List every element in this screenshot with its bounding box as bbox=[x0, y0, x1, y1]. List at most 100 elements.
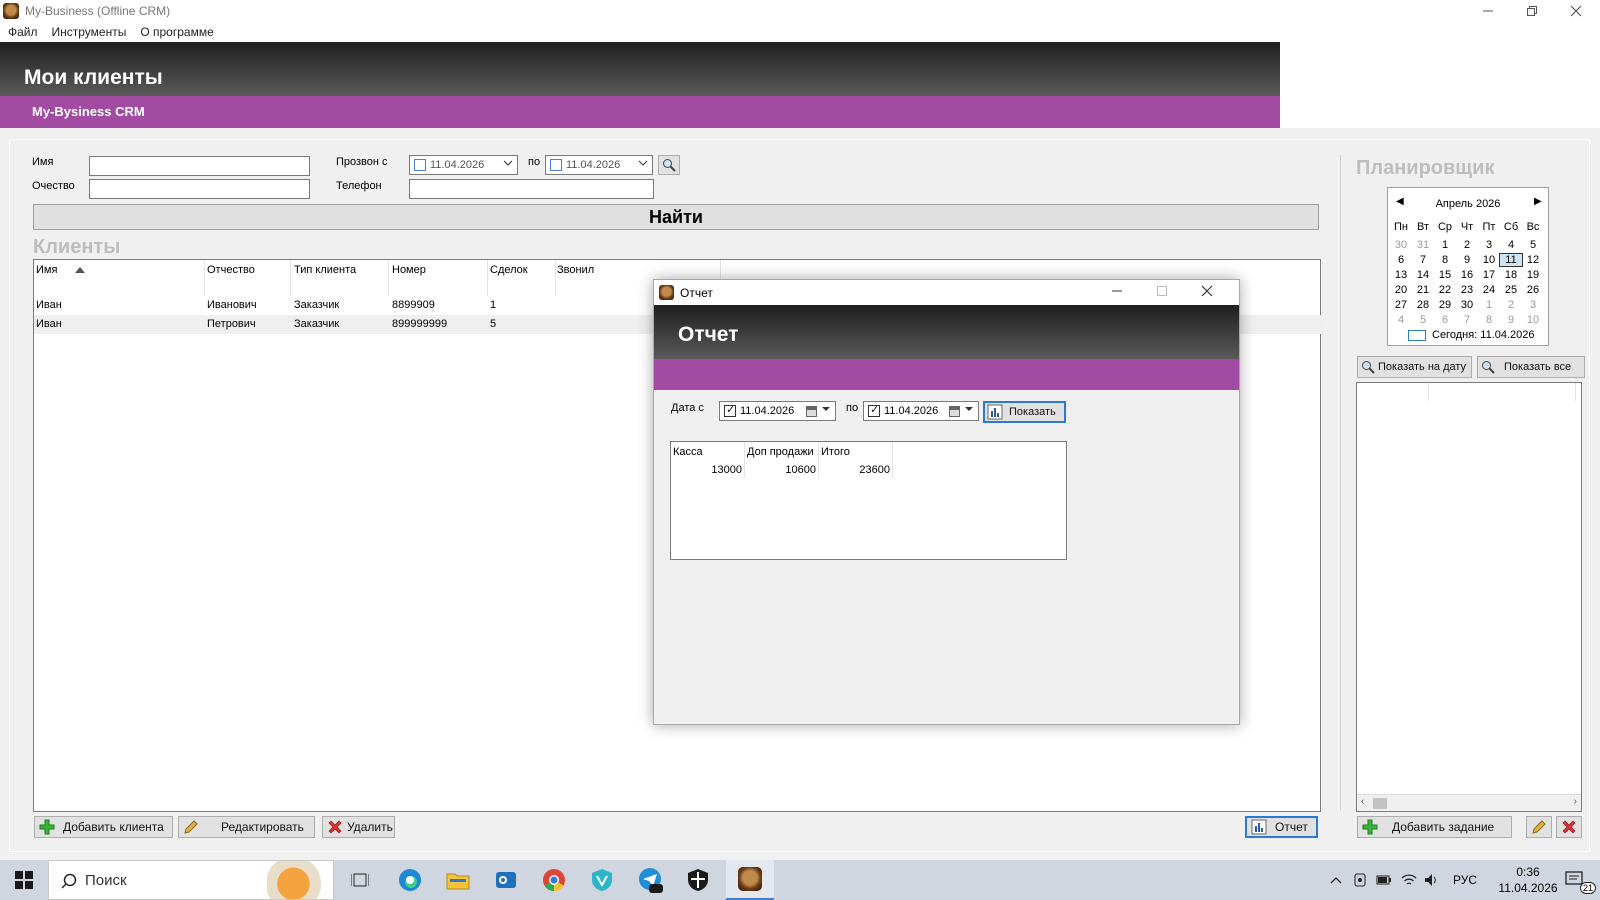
scroll-right-icon[interactable]: › bbox=[1574, 796, 1577, 807]
close-icon[interactable] bbox=[1201, 285, 1213, 300]
camera-mic-icon[interactable] bbox=[1350, 860, 1370, 900]
close-icon[interactable] bbox=[1554, 0, 1598, 22]
column-header-cash[interactable]: Касса bbox=[673, 446, 703, 458]
report-dialog[interactable]: Отчет Отчет Дата с 11.04.2026 по 11.04.2… bbox=[653, 279, 1240, 725]
calendar-day[interactable]: 7 bbox=[1456, 314, 1478, 326]
menu-tools[interactable]: Инструменты bbox=[52, 25, 127, 39]
calendar-day[interactable]: 16 bbox=[1456, 269, 1478, 281]
calendar-day[interactable]: 8 bbox=[1478, 314, 1500, 326]
patronymic-input[interactable] bbox=[89, 179, 310, 199]
tasks-list[interactable]: ‹ › bbox=[1356, 382, 1582, 812]
calendar-day[interactable]: 9 bbox=[1456, 254, 1478, 266]
calendar-day[interactable]: 24 bbox=[1478, 284, 1500, 296]
delete-task-button[interactable] bbox=[1556, 816, 1582, 838]
chevron-down-icon[interactable] bbox=[638, 158, 648, 171]
add-task-button[interactable]: Добавить задание bbox=[1357, 816, 1512, 838]
scroll-left-icon[interactable]: ‹ bbox=[1361, 796, 1364, 807]
task-view-button[interactable] bbox=[340, 860, 380, 900]
find-button[interactable]: Найти bbox=[33, 204, 1319, 230]
calendar-day[interactable]: 21 bbox=[1412, 284, 1434, 296]
calendar-day[interactable]: 26 bbox=[1522, 284, 1544, 296]
scroll-thumb[interactable] bbox=[1373, 798, 1387, 809]
call-to-date-picker[interactable]: 11.04.2026 bbox=[545, 155, 653, 175]
battery-icon[interactable] bbox=[1374, 860, 1394, 900]
menu-file[interactable]: Файл bbox=[8, 25, 38, 39]
edge-icon[interactable] bbox=[390, 860, 430, 900]
call-from-checkbox[interactable] bbox=[414, 159, 426, 171]
column-header-called[interactable]: Звонил bbox=[557, 264, 594, 276]
calendar-day[interactable]: 3 bbox=[1478, 239, 1500, 251]
edit-button[interactable]: Редактировать bbox=[178, 816, 315, 838]
calendar-day[interactable]: 29 bbox=[1434, 299, 1456, 311]
calendar-day[interactable]: 23 bbox=[1456, 284, 1478, 296]
calendar-day[interactable]: 5 bbox=[1412, 314, 1434, 326]
report-button[interactable]: Отчет bbox=[1245, 816, 1318, 838]
language-indicator[interactable]: РУС bbox=[1448, 860, 1482, 900]
calendar-day[interactable]: 18 bbox=[1500, 269, 1522, 281]
calendar-day[interactable]: 31 bbox=[1412, 239, 1434, 251]
menu-about[interactable]: О программе bbox=[140, 25, 213, 39]
calendar-day[interactable]: 10 bbox=[1478, 254, 1500, 266]
calendar-day[interactable]: 4 bbox=[1390, 314, 1412, 326]
calendar-day[interactable]: 14 bbox=[1412, 269, 1434, 281]
call-from-date-picker[interactable]: 11.04.2026 bbox=[409, 155, 518, 175]
calendar-next-icon[interactable]: ▶ bbox=[1534, 196, 1542, 207]
calendar-day[interactable]: 6 bbox=[1390, 254, 1412, 266]
report-date-from-picker[interactable]: 11.04.2026 bbox=[719, 401, 836, 421]
restore-icon[interactable] bbox=[1510, 0, 1554, 22]
chevron-down-icon[interactable] bbox=[503, 158, 513, 171]
calendar-day[interactable]: 1 bbox=[1478, 299, 1500, 311]
column-header-number[interactable]: Номер bbox=[392, 264, 426, 276]
column-header-deals[interactable]: Сделок bbox=[490, 264, 528, 276]
calendar-day[interactable]: 22 bbox=[1434, 284, 1456, 296]
calendar-day[interactable]: 19 bbox=[1522, 269, 1544, 281]
calendar-day[interactable]: 5 bbox=[1522, 239, 1544, 251]
calendar-day[interactable]: 30 bbox=[1390, 239, 1412, 251]
calendar-day[interactable]: 1 bbox=[1434, 239, 1456, 251]
calendar-day[interactable]: 11 bbox=[1499, 253, 1523, 267]
calendar-day[interactable]: 10 bbox=[1522, 314, 1544, 326]
file-explorer-icon[interactable] bbox=[438, 860, 478, 900]
calendar-day[interactable]: 25 bbox=[1500, 284, 1522, 296]
calendar-day[interactable]: 12 bbox=[1522, 254, 1544, 266]
show-all-button[interactable]: Показать все bbox=[1477, 356, 1585, 378]
column-header-client-type[interactable]: Тип клиента bbox=[294, 264, 356, 276]
chevron-down-icon[interactable] bbox=[821, 404, 831, 417]
horizontal-scrollbar[interactable]: ‹ › bbox=[1357, 794, 1581, 811]
notifications-button[interactable]: 21 bbox=[1556, 860, 1597, 900]
vpn-shield-icon[interactable] bbox=[582, 860, 622, 900]
month-calendar[interactable]: ◀ Апрель 2026 ▶ Пн Вт Ср Чт Пт Сб Вс 30 3… bbox=[1387, 187, 1549, 346]
show-report-button[interactable]: Показать bbox=[983, 401, 1066, 423]
calendar-day[interactable]: 17 bbox=[1478, 269, 1500, 281]
column-header-name[interactable]: Имя bbox=[36, 264, 57, 276]
calendar-day[interactable]: 8 bbox=[1434, 254, 1456, 266]
report-date-to-picker[interactable]: 11.04.2026 bbox=[863, 401, 979, 421]
minimize-icon[interactable] bbox=[1111, 285, 1123, 300]
phone-input[interactable] bbox=[409, 179, 654, 199]
search-date-button[interactable] bbox=[658, 155, 680, 175]
delete-button[interactable]: Удалить bbox=[322, 816, 395, 838]
wifi-icon[interactable] bbox=[1398, 860, 1420, 900]
start-button[interactable] bbox=[0, 860, 48, 900]
chevron-up-icon[interactable] bbox=[1326, 860, 1346, 900]
calendar-day[interactable]: 9 bbox=[1500, 314, 1522, 326]
calendar-day[interactable]: 13 bbox=[1390, 269, 1412, 281]
calendar-today[interactable]: Сегодня: 11.04.2026 bbox=[1408, 329, 1535, 341]
calendar-day[interactable]: 27 bbox=[1390, 299, 1412, 311]
calendar-day[interactable]: 2 bbox=[1500, 299, 1522, 311]
calendar-day[interactable]: 7 bbox=[1412, 254, 1434, 266]
calendar-day[interactable]: 2 bbox=[1456, 239, 1478, 251]
name-input[interactable] bbox=[89, 156, 310, 176]
messenger-icon[interactable] bbox=[630, 860, 670, 900]
calendar-day[interactable]: 4 bbox=[1500, 239, 1522, 251]
date-from-checkbox[interactable] bbox=[724, 403, 736, 417]
column-header-extra-sales[interactable]: Доп продажи bbox=[747, 446, 814, 458]
calendar-day[interactable]: 15 bbox=[1434, 269, 1456, 281]
volume-icon[interactable] bbox=[1422, 860, 1442, 900]
chevron-down-icon[interactable] bbox=[964, 404, 974, 417]
calendar-day[interactable]: 6 bbox=[1434, 314, 1456, 326]
outlook-icon[interactable] bbox=[486, 860, 526, 900]
calendar-day[interactable]: 3 bbox=[1522, 299, 1544, 311]
chrome-icon[interactable] bbox=[534, 860, 574, 900]
crm-app-taskbar-button[interactable] bbox=[726, 860, 774, 900]
